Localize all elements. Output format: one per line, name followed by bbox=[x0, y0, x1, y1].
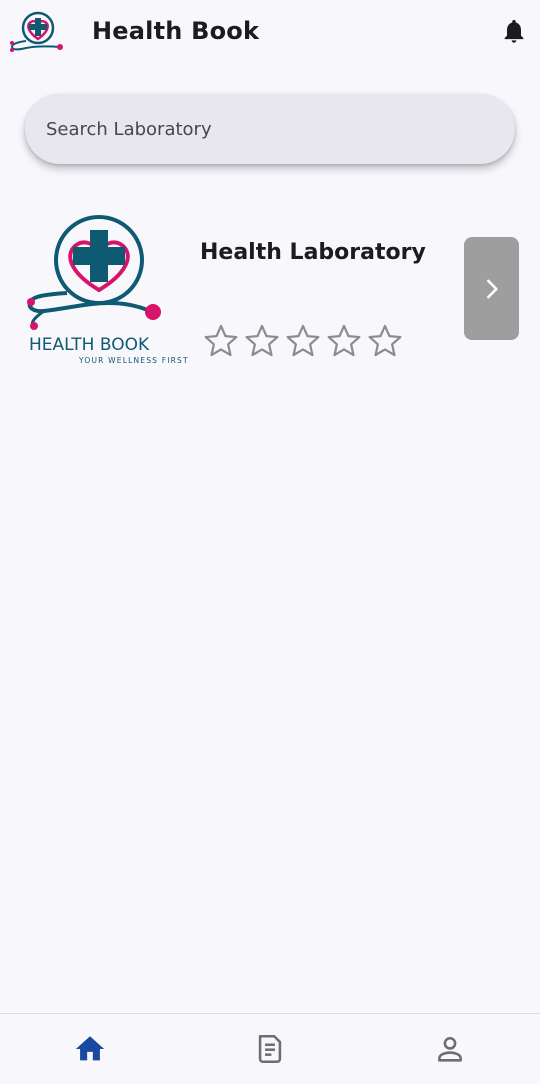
star-icon[interactable] bbox=[243, 322, 281, 360]
logo-tagline-text: YOUR WELLNESS FIRST bbox=[78, 356, 189, 365]
bell-icon[interactable] bbox=[500, 16, 528, 46]
health-book-logo-icon: HEALTH BOOK YOUR WELLNESS FIRST bbox=[27, 215, 189, 365]
bottom-navigation bbox=[0, 1013, 540, 1084]
logo-brand-text: HEALTH BOOK bbox=[29, 335, 150, 355]
search-input[interactable] bbox=[25, 94, 515, 164]
home-icon[interactable] bbox=[73, 1032, 107, 1066]
rating-stars[interactable] bbox=[202, 322, 404, 360]
star-icon[interactable] bbox=[202, 322, 240, 360]
app-title: Health Book bbox=[92, 17, 260, 45]
laboratory-card[interactable]: HEALTH BOOK YOUR WELLNESS FIRST Health L… bbox=[0, 200, 540, 375]
chevron-right-icon bbox=[486, 279, 498, 298]
star-icon[interactable] bbox=[366, 322, 404, 360]
document-icon[interactable] bbox=[253, 1032, 287, 1066]
open-laboratory-button[interactable] bbox=[464, 237, 519, 340]
search-bar[interactable] bbox=[25, 94, 515, 164]
laboratory-name: Health Laboratory bbox=[200, 240, 426, 265]
profile-icon[interactable] bbox=[433, 1032, 467, 1066]
star-icon[interactable] bbox=[284, 322, 322, 360]
star-icon[interactable] bbox=[325, 322, 363, 360]
app-bar: Health Book bbox=[0, 0, 540, 64]
health-book-logo-icon bbox=[10, 11, 63, 52]
